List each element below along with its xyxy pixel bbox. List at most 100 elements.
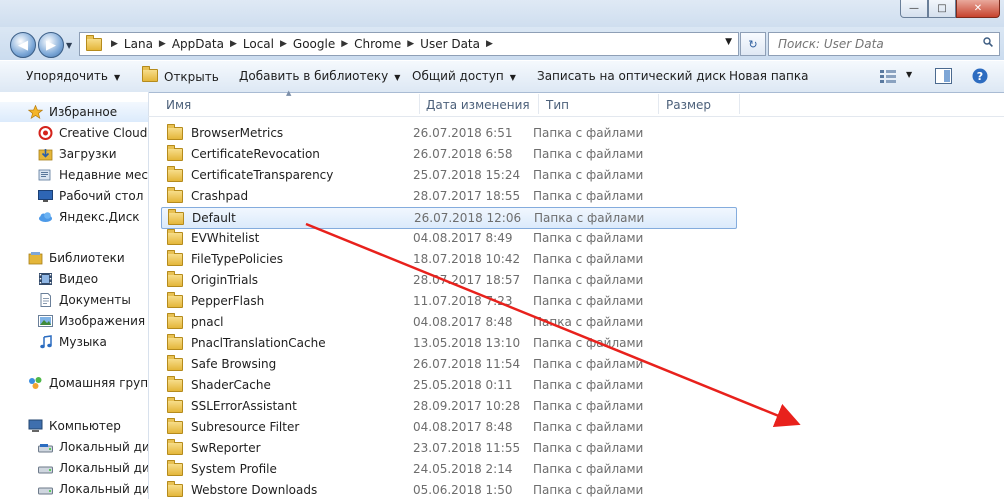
- search-input[interactable]: [776, 36, 970, 52]
- column-divider[interactable]: [739, 94, 740, 114]
- history-dropdown-icon[interactable]: ▼: [66, 41, 72, 50]
- file-row[interactable]: PnaclTranslationCache 13.05.2018 13:10 Пап…: [161, 333, 735, 353]
- nav-local-disk-d[interactable]: Локальный дис: [37, 458, 148, 478]
- file-row[interactable]: SwReporter 23.07.2018 11:55 Папка с файлам…: [161, 438, 735, 458]
- file-row[interactable]: System Profile 24.05.2018 2:14 Папка с фай…: [161, 459, 735, 479]
- nav-music[interactable]: Музыка: [37, 332, 107, 352]
- column-divider[interactable]: [419, 94, 420, 114]
- recent-places-icon: [37, 168, 53, 182]
- folder-icon: [167, 396, 183, 413]
- breadcrumb-item[interactable]: AppData: [167, 37, 229, 51]
- file-row[interactable]: EVWhitelist 04.08.2017 8:49 Папка с файлам…: [161, 228, 735, 248]
- breadcrumb-item[interactable]: Google: [288, 37, 340, 51]
- nav-label: Изображения: [59, 314, 146, 328]
- column-header: ▲ Имя Дата изменения Тип Размер: [148, 89, 1004, 117]
- file-row[interactable]: BrowserMetrics 26.07.2018 6:51 Папка с фай…: [161, 123, 735, 143]
- file-row[interactable]: Subresource Filter 04.08.2017 8:48 Папка с…: [161, 417, 735, 437]
- file-row[interactable]: FileTypePolicies 18.07.2018 10:42 Папка с …: [161, 249, 735, 269]
- folder-icon: [167, 354, 183, 371]
- nav-homegroup[interactable]: Домашняя группа: [27, 373, 148, 393]
- column-name[interactable]: Имя: [166, 98, 191, 112]
- nav-creative-cloud[interactable]: Creative Cloud F: [37, 123, 148, 143]
- file-row[interactable]: OriginTrials 28.07.2017 18:57 Папка с файл…: [161, 270, 735, 290]
- forward-button[interactable]: ▶: [38, 32, 64, 58]
- file-date: 04.08.2017 8:48: [413, 315, 513, 329]
- file-row[interactable]: CertificateRevocation 26.07.2018 6:58 Папк…: [161, 144, 735, 164]
- nav-favorites[interactable]: Избранное: [0, 102, 148, 122]
- refresh-button[interactable]: ↻: [740, 32, 766, 56]
- open-folder-icon: [142, 66, 158, 82]
- column-divider[interactable]: [658, 94, 659, 114]
- nav-local-disk-e[interactable]: Локальный дис: [37, 479, 148, 499]
- file-row[interactable]: Default 26.07.2018 12:06 Папка с файлами: [161, 207, 737, 229]
- folder-icon: [167, 459, 183, 476]
- breadcrumb-separator[interactable]: ▶: [485, 39, 494, 49]
- file-type: Папка с файлами: [533, 147, 644, 161]
- file-row[interactable]: PepperFlash 11.07.2018 7:23 Папка с файлам…: [161, 291, 735, 311]
- help-icon[interactable]: ?: [972, 68, 988, 84]
- new-folder-button[interactable]: Новая папка: [729, 69, 808, 83]
- file-row[interactable]: CertificateTransparency 25.07.2018 15:24 П…: [161, 165, 735, 185]
- nav-documents[interactable]: Документы: [37, 290, 131, 310]
- address-dropdown-icon[interactable]: ▼: [725, 37, 732, 47]
- breadcrumb-separator[interactable]: ▶: [158, 39, 167, 49]
- folder-icon: [167, 333, 183, 350]
- maximize-button[interactable]: □: [928, 0, 956, 18]
- nav-label: Музыка: [59, 335, 107, 349]
- view-options-icon[interactable]: [880, 70, 896, 83]
- nav-libraries[interactable]: Библиотеки: [27, 248, 125, 268]
- breadcrumb-separator[interactable]: ▶: [110, 39, 119, 49]
- file-type: Папка с файлами: [533, 441, 644, 455]
- nav-recent-places[interactable]: Недавние места: [37, 165, 148, 185]
- preview-pane-icon[interactable]: [935, 68, 952, 84]
- column-size[interactable]: Размер: [666, 98, 711, 112]
- breadcrumb-item[interactable]: User Data: [415, 37, 485, 51]
- close-button[interactable]: ✕: [956, 0, 1000, 18]
- nav-local-disk-c[interactable]: Локальный дис: [37, 437, 148, 457]
- nav-video[interactable]: Видео: [37, 269, 98, 289]
- address-bar[interactable]: ▶ Lana ▶ AppData ▶ Local ▶ Google ▶ Chro…: [79, 32, 739, 56]
- folder-icon: [167, 291, 183, 308]
- search-box[interactable]: [768, 32, 1000, 56]
- open-label: Открыть: [164, 70, 219, 84]
- search-icon[interactable]: [983, 37, 993, 47]
- breadcrumb-item[interactable]: Lana: [119, 37, 158, 51]
- column-divider[interactable]: [538, 94, 539, 114]
- nav-desktop[interactable]: Рабочий стол: [37, 186, 143, 206]
- file-row[interactable]: Webstore Downloads 05.06.2018 1:50 Папка с…: [161, 480, 735, 500]
- minimize-button[interactable]: —: [900, 0, 928, 18]
- file-date: 25.07.2018 15:24: [413, 168, 521, 182]
- view-dropdown-icon[interactable]: ▼: [906, 70, 912, 79]
- breadcrumb-separator[interactable]: ▶: [340, 39, 349, 49]
- nav-downloads[interactable]: Загрузки: [37, 144, 117, 164]
- organize-button[interactable]: Упорядочить ▼: [26, 69, 120, 83]
- burn-button[interactable]: Записать на оптический диск: [537, 69, 726, 83]
- organize-label: Упорядочить: [26, 69, 108, 83]
- folder-icon: [167, 186, 183, 203]
- file-row[interactable]: Crashpad 28.07.2017 18:55 Папка с файлами: [161, 186, 735, 206]
- add-to-library-button[interactable]: Добавить в библиотеку ▼: [239, 69, 400, 83]
- column-type[interactable]: Тип: [546, 98, 569, 112]
- nav-label: Рабочий стол: [59, 189, 144, 203]
- breadcrumb-item[interactable]: Local: [238, 37, 279, 51]
- file-date: 25.05.2018 0:11: [413, 378, 513, 392]
- column-date[interactable]: Дата изменения: [426, 98, 530, 112]
- desktop-icon: [37, 189, 53, 203]
- file-type: Папка с файлами: [533, 294, 644, 308]
- breadcrumb-separator[interactable]: ▶: [406, 39, 415, 49]
- file-type: Папка с файлами: [533, 252, 644, 266]
- file-row[interactable]: ShaderCache 25.05.2018 0:11 Папка с файлам…: [161, 375, 735, 395]
- open-button[interactable]: Открыть: [142, 66, 219, 84]
- nav-yandex-disk[interactable]: Яндекс.Диск: [37, 207, 140, 227]
- breadcrumb-separator[interactable]: ▶: [229, 39, 238, 49]
- window-controls: — □ ✕: [900, 0, 1000, 18]
- nav-computer[interactable]: Компьютер: [27, 416, 121, 436]
- back-button[interactable]: ◀: [10, 32, 36, 58]
- file-row[interactable]: SSLErrorAssistant 28.09.2017 10:28 Папка с…: [161, 396, 735, 416]
- nav-images[interactable]: Изображения: [37, 311, 145, 331]
- breadcrumb-separator[interactable]: ▶: [279, 39, 288, 49]
- file-row[interactable]: pnacl 04.08.2017 8:48 Папка с файлами: [161, 312, 735, 332]
- share-button[interactable]: Общий доступ ▼: [412, 69, 516, 83]
- breadcrumb-item[interactable]: Chrome: [349, 37, 406, 51]
- file-row[interactable]: Safe Browsing 26.07.2018 11:54 Папка с фай…: [161, 354, 735, 374]
